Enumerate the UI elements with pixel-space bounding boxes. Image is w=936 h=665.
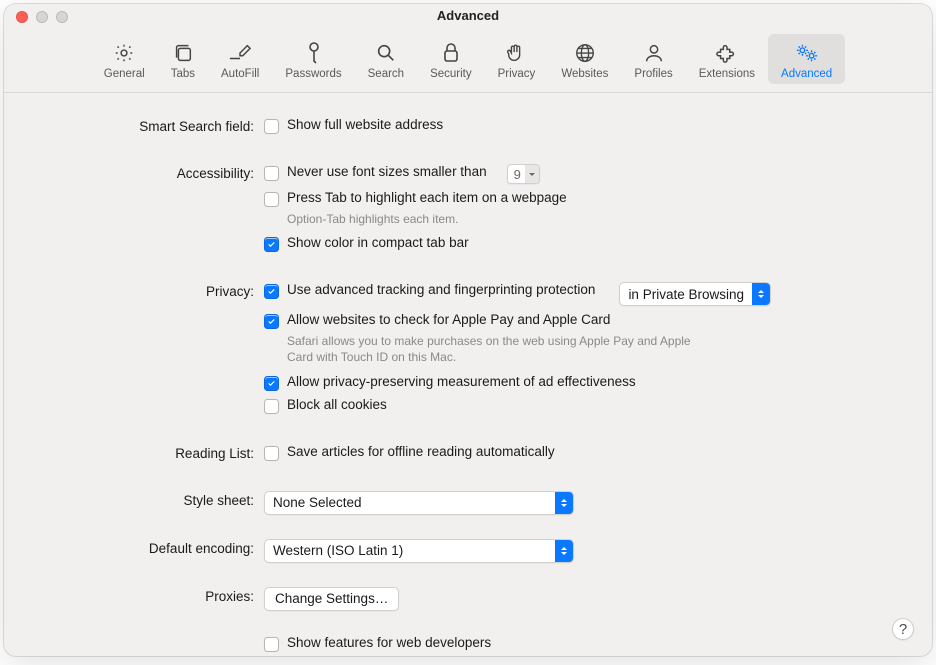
settings-content: Smart Search field: Show full website ad… — [4, 93, 932, 656]
option-label: Use advanced tracking and fingerprinting… — [287, 282, 595, 297]
chevron-down-icon — [525, 165, 539, 183]
dropdown-value: None Selected — [265, 495, 555, 510]
section-label-reading-list: Reading List: — [4, 444, 264, 467]
option-label: Show full website address — [287, 117, 443, 132]
window-title: Advanced — [4, 8, 932, 23]
option-label: Press Tab to highlight each item on a we… — [287, 190, 567, 205]
dropdown-stylesheet[interactable]: None Selected — [264, 491, 574, 515]
pencil-line-icon — [227, 40, 253, 66]
tabs-icon — [172, 40, 194, 66]
dropdown-min-font-size[interactable]: 9 — [507, 164, 540, 184]
chevrons-icon — [555, 540, 573, 562]
tab-label: Extensions — [699, 68, 755, 80]
dropdown-tracking-scope[interactable]: in Private Browsing — [619, 282, 771, 306]
tab-label: Websites — [561, 68, 608, 80]
person-icon — [643, 40, 665, 66]
tab-autofill[interactable]: AutoFill — [208, 34, 272, 84]
button-change-proxy-settings[interactable]: Change Settings… — [264, 587, 399, 611]
checkbox-full-address[interactable] — [264, 119, 279, 134]
tab-label: Tabs — [171, 68, 195, 80]
tab-label: Profiles — [634, 68, 672, 80]
option-label: Allow privacy-preserving measurement of … — [287, 374, 636, 389]
tab-label: Advanced — [781, 68, 832, 80]
tab-websites[interactable]: Websites — [548, 34, 621, 84]
tab-label: Privacy — [498, 68, 536, 80]
preferences-window: Advanced General Tabs AutoFill Passwords… — [4, 4, 932, 656]
tab-privacy[interactable]: Privacy — [485, 34, 549, 84]
key-icon — [305, 40, 323, 66]
double-gear-icon — [794, 40, 820, 66]
checkbox-ad-measurement[interactable] — [264, 376, 279, 391]
option-label: Never use font sizes smaller than — [287, 164, 487, 179]
tab-tabs[interactable]: Tabs — [158, 34, 208, 84]
checkbox-compact-color[interactable] — [264, 237, 279, 252]
chevrons-icon — [555, 492, 573, 514]
hand-icon — [505, 40, 527, 66]
chevrons-icon — [752, 283, 770, 305]
question-icon: ? — [899, 621, 907, 638]
dropdown-value: Western (ISO Latin 1) — [265, 543, 555, 558]
hint-text: Option-Tab highlights each item. — [287, 211, 707, 227]
section-label-proxies: Proxies: — [4, 587, 264, 611]
tab-label: AutoFill — [221, 68, 259, 80]
section-label-smart-search: Smart Search field: — [4, 117, 264, 140]
preferences-toolbar: General Tabs AutoFill Passwords Search S… — [4, 30, 932, 93]
tab-general[interactable]: General — [91, 34, 158, 84]
puzzle-icon — [716, 40, 738, 66]
option-label: Save articles for offline reading automa… — [287, 444, 555, 459]
titlebar: Advanced — [4, 4, 932, 30]
tab-search[interactable]: Search — [355, 34, 417, 84]
search-icon — [375, 40, 397, 66]
checkbox-min-font[interactable] — [264, 166, 279, 181]
tab-profiles[interactable]: Profiles — [621, 34, 685, 84]
globe-icon — [574, 40, 596, 66]
checkbox-press-tab[interactable] — [264, 192, 279, 207]
checkbox-tracking-protection[interactable] — [264, 284, 279, 299]
tab-label: Passwords — [285, 68, 341, 80]
tab-passwords[interactable]: Passwords — [272, 34, 354, 84]
checkbox-apple-pay[interactable] — [264, 314, 279, 329]
tab-label: General — [104, 68, 145, 80]
option-label: Show features for web developers — [287, 635, 491, 650]
hint-text: Safari allows you to make purchases on t… — [287, 333, 707, 365]
checkbox-dev-features[interactable] — [264, 637, 279, 652]
tab-advanced[interactable]: Advanced — [768, 34, 845, 84]
option-label: Show color in compact tab bar — [287, 235, 469, 250]
option-label: Block all cookies — [287, 397, 387, 412]
section-label-accessibility: Accessibility: — [4, 164, 264, 258]
checkbox-save-offline[interactable] — [264, 446, 279, 461]
checkbox-block-cookies[interactable] — [264, 399, 279, 414]
option-label: Allow websites to check for Apple Pay an… — [287, 312, 610, 327]
lock-icon — [441, 40, 461, 66]
tab-extensions[interactable]: Extensions — [686, 34, 768, 84]
button-label: Change Settings… — [275, 591, 388, 606]
section-label-privacy: Privacy: — [4, 282, 264, 419]
section-label-encoding: Default encoding: — [4, 539, 264, 563]
tab-label: Search — [368, 68, 404, 80]
section-label-stylesheet: Style sheet: — [4, 491, 264, 515]
help-button[interactable]: ? — [892, 618, 914, 640]
dropdown-encoding[interactable]: Western (ISO Latin 1) — [264, 539, 574, 563]
tab-security[interactable]: Security — [417, 34, 485, 84]
dropdown-value: 9 — [508, 167, 525, 182]
dropdown-value: in Private Browsing — [620, 287, 752, 302]
gear-icon — [113, 40, 135, 66]
tab-label: Security — [430, 68, 472, 80]
